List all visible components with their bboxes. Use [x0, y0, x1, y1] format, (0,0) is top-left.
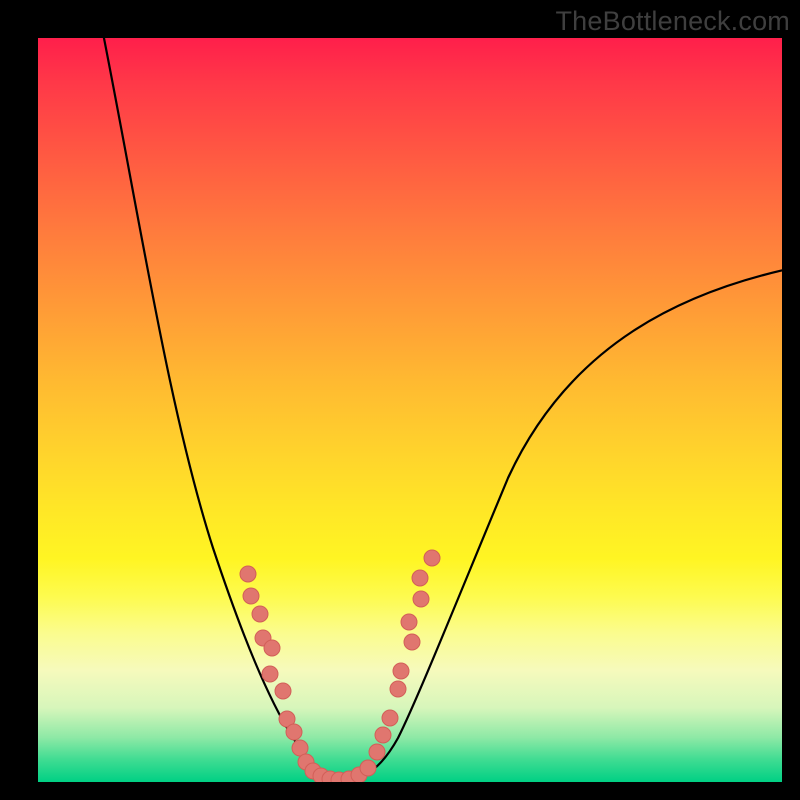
plot-area: [38, 38, 782, 782]
data-point-marker: [393, 663, 409, 679]
data-point-marker: [382, 710, 398, 726]
data-point-marker: [240, 566, 256, 582]
data-point-marker: [262, 666, 278, 682]
data-point-marker: [401, 614, 417, 630]
data-point-marker: [252, 606, 268, 622]
data-point-marker: [413, 591, 429, 607]
data-point-marker: [369, 744, 385, 760]
curve-layer: [38, 38, 782, 782]
chart-frame: TheBottleneck.com: [0, 0, 800, 800]
data-point-marker: [412, 570, 428, 586]
data-point-marker: [286, 724, 302, 740]
data-point-marker: [424, 550, 440, 566]
data-point-marker: [243, 588, 259, 604]
data-point-marker: [404, 634, 420, 650]
data-point-marker: [264, 640, 280, 656]
data-point-marker: [360, 760, 376, 776]
data-point-marker: [275, 683, 291, 699]
bottleneck-curve: [100, 38, 782, 780]
data-point-marker: [390, 681, 406, 697]
data-point-marker: [375, 727, 391, 743]
watermark-text: TheBottleneck.com: [555, 6, 790, 37]
marker-group: [240, 550, 440, 782]
